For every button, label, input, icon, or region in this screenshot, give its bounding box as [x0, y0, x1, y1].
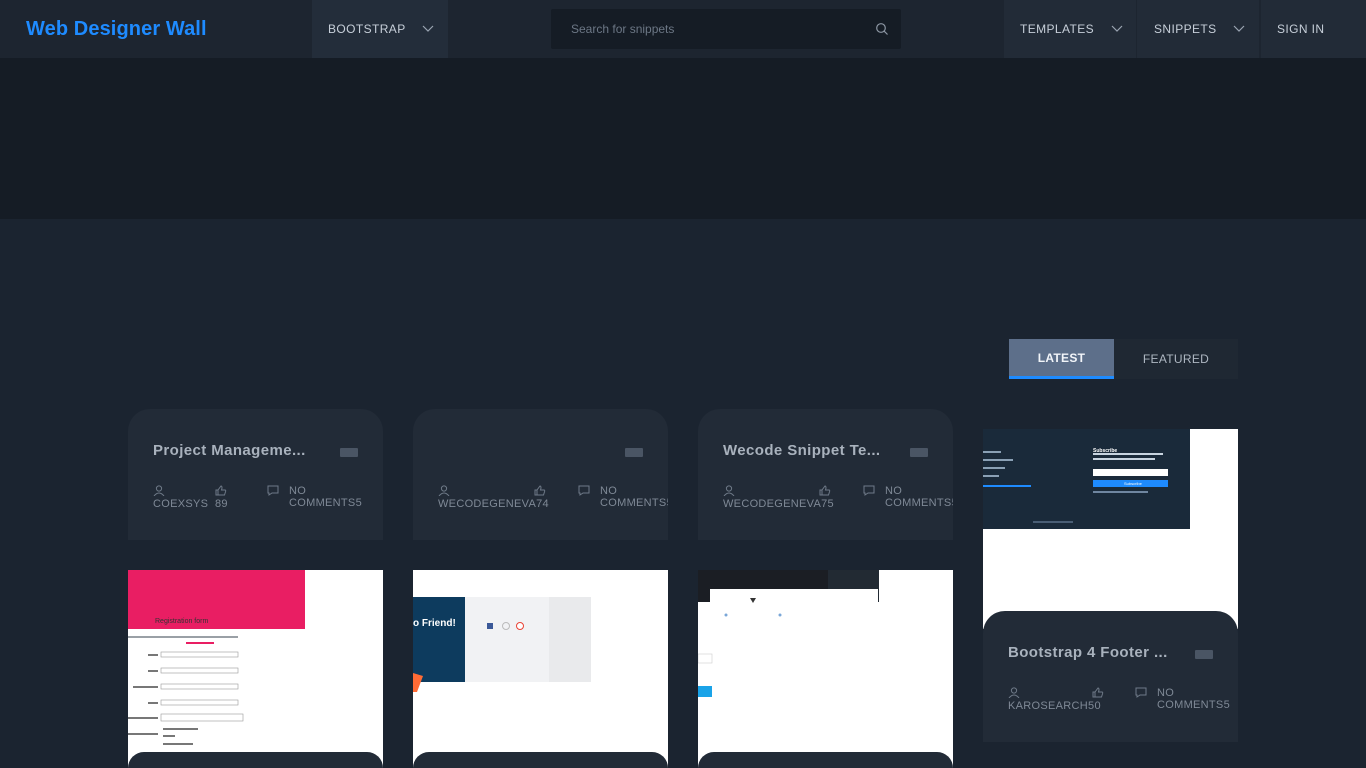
snippet-card[interactable]: WECODEGENEVA74 NO COMMENTS5: [413, 409, 668, 540]
tab-featured[interactable]: FEATURED: [1114, 339, 1238, 379]
card-comments: NO COMMENTS5: [1157, 687, 1230, 711]
signup-preview-image: [413, 570, 668, 768]
registration-preview-image: [128, 570, 383, 768]
ad-banner: [0, 58, 1366, 219]
snippet-card[interactable]: [413, 752, 668, 768]
user-icon: [1008, 687, 1020, 698]
snippet-tabs: LATEST FEATURED: [1009, 339, 1238, 379]
nav-snippets-dropdown[interactable]: SNIPPETS: [1137, 0, 1259, 58]
nav-templates-label: TEMPLATES: [1020, 22, 1095, 36]
card-title[interactable]: Wecode Snippet Te...: [723, 442, 880, 459]
snippet-card[interactable]: Wecode Snippet Te... WECODEGENEVA75 NO C…: [698, 409, 953, 540]
card-tag: [1195, 650, 1213, 659]
nav-signin-link[interactable]: SIGN IN: [1261, 0, 1366, 58]
snippet-card[interactable]: [698, 752, 953, 768]
card-author[interactable]: WECODEGENEVA74: [438, 498, 558, 510]
footer-preview-image: [983, 429, 1238, 629]
search-box: [551, 9, 901, 49]
snippet-thumbnail[interactable]: o Friend!: [413, 570, 668, 768]
tab-latest[interactable]: LATEST: [1009, 339, 1114, 379]
thumbs-up-icon: [819, 485, 831, 496]
top-navbar: Web Designer Wall BOOTSTRAP TEMPLATES SN…: [0, 0, 1366, 58]
user-icon: [438, 485, 450, 496]
nav-bootstrap-label: BOOTSTRAP: [328, 22, 406, 36]
nav-bootstrap-dropdown[interactable]: BOOTSTRAP: [312, 0, 448, 58]
card-comments: NO COMMENTS5: [600, 485, 668, 509]
chevron-down-icon: [422, 25, 434, 32]
card-tag: [625, 448, 643, 457]
nav-snippets-label: SNIPPETS: [1154, 22, 1217, 36]
snippet-thumbnail[interactable]: Subscribe Subscribe: [983, 429, 1238, 629]
card-author[interactable]: WECODEGENEVA75: [723, 498, 843, 510]
snippet-card[interactable]: Bootstrap 4 Footer ... KAROSEARCH50 NO C…: [983, 611, 1238, 742]
search-icon[interactable]: [875, 22, 889, 36]
card-meta: WECODEGENEVA75 NO COMMENTS5: [723, 485, 953, 515]
card-likes: 89: [215, 498, 228, 510]
signup-preview-heading: o Friend!: [413, 618, 456, 629]
card-comments: NO COMMENTS5: [289, 485, 362, 509]
card-title[interactable]: Project Manageme...: [153, 442, 306, 459]
user-icon: [723, 485, 735, 496]
nav-signin-label: SIGN IN: [1277, 22, 1325, 36]
search-input[interactable]: [551, 22, 861, 36]
user-icon: [153, 485, 165, 496]
chevron-down-icon: [1233, 25, 1245, 32]
card-author[interactable]: COEXSYS: [153, 498, 208, 510]
card-meta: COEXSYS 89 NO COMMENTS5: [153, 485, 383, 515]
chevron-down-icon: [1111, 25, 1123, 32]
card-meta: WECODEGENEVA74 NO COMMENTS5: [438, 485, 668, 515]
snippet-thumbnail[interactable]: [698, 570, 953, 768]
snippet-card[interactable]: Project Manageme... COEXSYS 89 NO COMMEN…: [128, 409, 383, 540]
nav-templates-dropdown[interactable]: TEMPLATES: [1004, 0, 1136, 58]
modal-preview-image: [698, 570, 953, 768]
snippet-card[interactable]: [128, 752, 383, 768]
footer-preview-heading: Subscribe: [1093, 448, 1118, 454]
footer-preview-button: Subscribe: [1124, 481, 1142, 486]
thumbs-up-icon: [1092, 687, 1104, 698]
card-comments: NO COMMENTS5: [885, 485, 953, 509]
brand-logo[interactable]: Web Designer Wall: [26, 18, 207, 41]
card-tag: [910, 448, 928, 457]
snippet-thumbnail[interactable]: Registration form: [128, 570, 383, 768]
card-tag: [340, 448, 358, 457]
thumbs-up-icon: [534, 485, 546, 496]
card-meta: KAROSEARCH50 NO COMMENTS5: [1008, 687, 1238, 717]
thumbs-up-icon: [215, 485, 227, 496]
card-author[interactable]: KAROSEARCH50: [1008, 700, 1118, 712]
registration-preview-heading: Registration form: [155, 618, 209, 625]
card-title[interactable]: Bootstrap 4 Footer ...: [1008, 644, 1168, 661]
